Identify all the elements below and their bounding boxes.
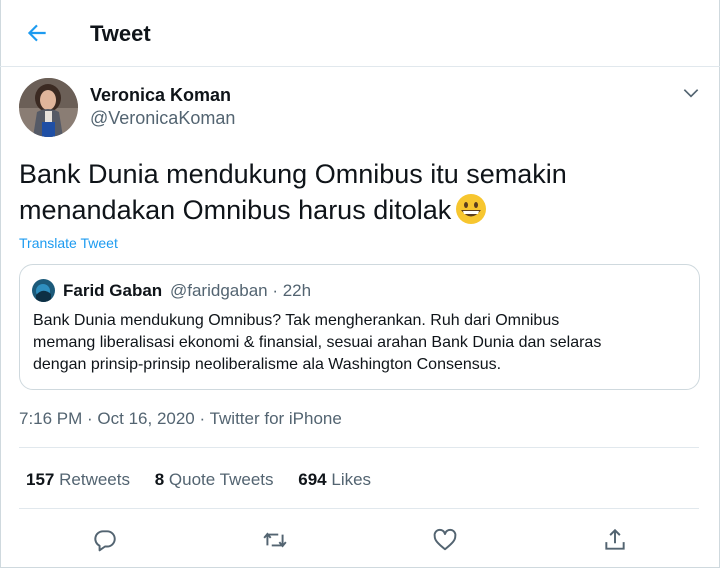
- divider: [19, 447, 699, 448]
- retweet-icon[interactable]: [262, 527, 288, 553]
- quoted-author-name: Farid Gaban: [63, 281, 163, 300]
- page-title: Tweet: [90, 21, 151, 46]
- grinning-face-emoji-icon: [455, 193, 487, 225]
- share-icon[interactable]: [602, 527, 628, 553]
- quoted-text-line-1: Bank Dunia mendukung Omnibus? Tak menghe…: [33, 312, 560, 329]
- tweet-meta: 7:16 PM · Oct 16, 2020 · Twitter for iPh…: [19, 409, 342, 429]
- header-bar: Tweet: [0, 0, 720, 67]
- author-handle[interactable]: @VeronicaKoman: [90, 108, 235, 129]
- tweet-text-line-2: menandakan Omnibus harus ditolak: [19, 195, 452, 225]
- quoted-tweet-text: Bank Dunia mendukung Omnibus? Tak menghe…: [33, 310, 693, 376]
- tweet-text-line-1: Bank Dunia mendukung Omnibus itu semakin: [19, 159, 567, 189]
- quote-tweets-stat[interactable]: 8 Quote Tweets: [155, 470, 274, 490]
- likes-stat[interactable]: 694 Likes: [298, 470, 371, 490]
- likes-label: Likes: [331, 470, 372, 489]
- chevron-down-icon[interactable]: [681, 83, 701, 103]
- translate-tweet-link[interactable]: Translate Tweet: [19, 235, 118, 251]
- retweets-label: Retweets: [59, 470, 130, 489]
- reply-icon[interactable]: [92, 527, 118, 553]
- quoted-author-meta: @faridgaban · 22h: [170, 281, 312, 300]
- retweets-stat[interactable]: 157 Retweets: [26, 470, 130, 490]
- retweets-count: 157: [26, 470, 55, 489]
- quoted-author-avatar: [32, 279, 55, 302]
- quoted-tweet-card[interactable]: Farid Gaban @faridgaban · 22h Bank Dunia…: [19, 264, 700, 390]
- tweet-text: Bank Dunia mendukung Omnibus itu semakin…: [19, 156, 699, 228]
- author-avatar[interactable]: [19, 78, 78, 137]
- tweet-timestamp[interactable]: 7:16 PM · Oct 16, 2020 ·: [19, 409, 210, 428]
- like-heart-icon[interactable]: [432, 527, 458, 553]
- quote-tweets-label: Quote Tweets: [168, 470, 274, 489]
- quote-tweets-count: 8: [154, 470, 165, 489]
- back-arrow-icon[interactable]: [24, 20, 50, 46]
- author-name[interactable]: Veronica Koman: [90, 85, 231, 106]
- tweet-source-app[interactable]: Twitter for iPhone: [210, 409, 342, 428]
- likes-count: 694: [298, 470, 327, 489]
- divider: [19, 508, 699, 509]
- quoted-text-line-2: memang liberalisasi ekonomi & finansial,…: [33, 334, 602, 351]
- tweet-stats: 157 Retweets 8 Quote Tweets 694 Likes: [26, 470, 391, 490]
- quoted-text-line-3: dengan prinsip-prinsip neoliberalisme al…: [33, 356, 502, 373]
